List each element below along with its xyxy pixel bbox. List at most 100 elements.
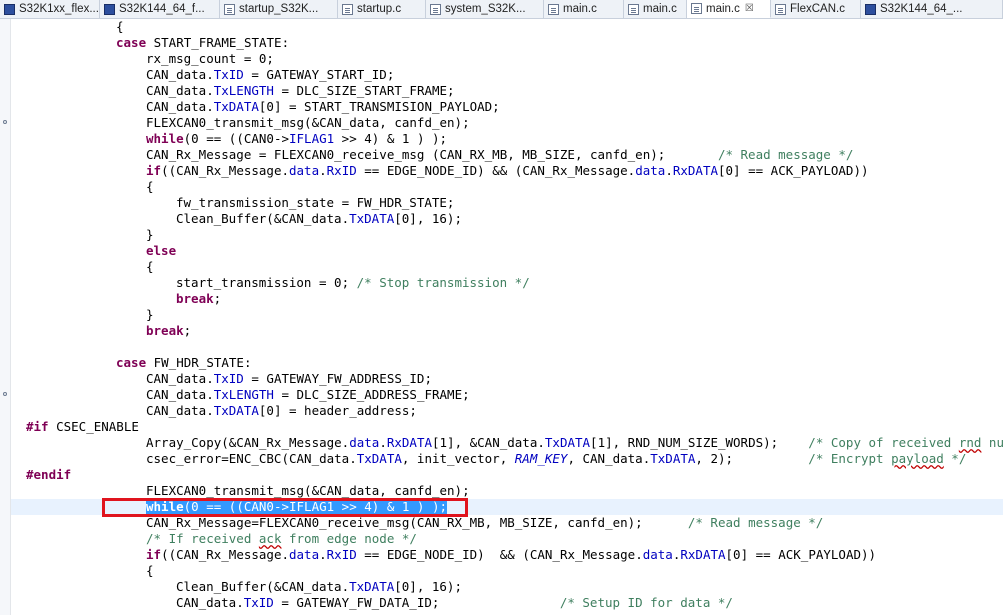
code-line[interactable]: Array_Copy(&CAN_Rx_Message.data.RxDATA[1… [11,435,1003,451]
code-line[interactable] [11,339,1003,355]
editor-tab[interactable]: startup.c [338,0,426,18]
close-tab-icon[interactable]: ☒ [745,3,754,14]
code-text: while(0 == ((CAN0->IFLAG1 >> 4) & 1 ) ); [146,499,448,515]
code-line[interactable]: { [11,179,1003,195]
code-token: data [349,435,380,450]
code-text: CAN_data.TxDATA[0] = START_TRANSMISION_P… [146,99,500,115]
code-line[interactable]: case START_FRAME_STATE: [11,35,1003,51]
code-token: TxDATA [349,211,395,226]
editor-tab[interactable]: system_S32K... [426,0,544,18]
code-line[interactable]: rx_msg_count = 0; [11,51,1003,67]
code-line[interactable]: csec_error=ENC_CBC(CAN_data.TxDATA, init… [11,451,1003,467]
code-line[interactable]: #if CSEC_ENABLE [11,419,1003,435]
editor-tab[interactable]: FlexCAN.c [771,0,861,18]
code-token: , init_vector, [401,451,515,466]
code-line[interactable]: } [11,227,1003,243]
chip-icon [865,3,876,15]
code-token: CAN_data. [146,83,214,98]
code-token: /* Encrypt [808,451,892,466]
code-token: TxDATA [544,435,591,450]
code-token: start_transmission = 0; [176,275,357,290]
tab-label: startup_S32K... [239,3,319,15]
code-text: else [146,243,176,259]
tab-label: startup.c [357,3,402,15]
code-line[interactable]: case FW_HDR_STATE: [11,355,1003,371]
code-text: CAN_Rx_Message = FLEXCAN0_receive_msg (C… [146,147,853,163]
code-token: if [146,547,162,562]
editor-tab[interactable]: main.c ☒ [687,0,771,18]
code-line[interactable]: CAN_data.TxID = GATEWAY_START_ID; [11,67,1003,83]
code-line[interactable]: CAN_data.TxLENGTH = DLC_SIZE_START_FRAME… [11,83,1003,99]
code-token: csec_error=ENC_CBC(CAN_data. [146,451,357,466]
code-token: ((CAN_Rx_Message. [161,163,289,178]
code-token: data [642,547,673,562]
code-token: { [146,563,154,578]
code-token: ; [213,291,222,306]
code-token: else [146,243,177,258]
tab-label: main.c [563,3,597,15]
code-token: from edge node */ [281,531,417,546]
code-line[interactable]: Clean_Buffer(&CAN_data.TxDATA[0], 16); [11,211,1003,227]
code-line[interactable]: FLEXCAN0_transmit_msg(&CAN_data, canfd_e… [11,115,1003,131]
code-token: START_FRAME_STATE: [146,35,290,50]
code-token: [1], &CAN_data. [432,435,545,450]
code-text: FLEXCAN0_transmit_msg(&CAN_data, canfd_e… [146,483,470,499]
code-line[interactable]: break; [11,291,1003,307]
code-line[interactable]: CAN_data.TxDATA[0] = header_address; [11,403,1003,419]
code-line[interactable]: while(0 == ((CAN0->IFLAG1 >> 4) & 1 ) ); [11,131,1003,147]
code-line[interactable]: start_transmission = 0; /* Stop transmis… [11,275,1003,291]
code-text: fw_transmission_state = FW_HDR_STATE; [176,195,454,211]
code-line[interactable]: } [11,307,1003,323]
code-line[interactable]: CAN_Rx_Message = FLEXCAN0_receive_msg (C… [11,147,1003,163]
code-token: [0] == ACK_PAYLOAD)) [725,547,877,562]
code-token: data [289,163,320,178]
code-token: [0], 16); [394,579,462,594]
file-icon [628,3,639,15]
code-line[interactable]: { [11,563,1003,579]
editor-tab[interactable]: startup_S32K... [220,0,338,18]
code-line[interactable]: { [11,259,1003,275]
code-line[interactable]: CAN_data.TxLENGTH = DLC_SIZE_ADDRESS_FRA… [11,387,1003,403]
code-line[interactable]: else [11,243,1003,259]
file-icon [775,3,786,15]
annotation-marker-icon [3,120,7,124]
code-line[interactable]: if((CAN_Rx_Message.data.RxID == EDGE_NOD… [11,547,1003,563]
code-token: TxLENGTH [213,83,274,98]
code-line[interactable]: CAN_data.TxDATA[0] = START_TRANSMISION_P… [11,99,1003,115]
code-token: /* Read message */ [687,515,824,530]
editor-tab[interactable]: S32K144_64_... [861,0,1003,18]
code-token: CAN_data. [146,403,214,418]
code-text: start_transmission = 0; /* Stop transmis… [176,275,530,291]
code-text: CAN_data.TxLENGTH = DLC_SIZE_START_FRAME… [146,83,455,99]
code-line[interactable]: { [11,19,1003,35]
code-token: CAN_data. [146,371,214,386]
code-line[interactable]: CAN_Rx_Message=FLEXCAN0_receive_msg(CAN_… [11,515,1003,531]
code-line[interactable]: fw_transmission_state = FW_HDR_STATE; [11,195,1003,211]
code-line[interactable]: break; [11,323,1003,339]
code-line[interactable]: FLEXCAN0_transmit_msg(&CAN_data, canfd_e… [11,483,1003,499]
code-text: CAN_data.TxID = GATEWAY_START_ID; [146,67,394,83]
code-token: /* Stop transmission */ [356,275,530,290]
editor-tab[interactable]: S32K144_64_f... [100,0,220,18]
code-text: } [146,227,154,243]
code-line[interactable]: CAN_data.TxID = GATEWAY_FW_ADDRESS_ID; [11,371,1003,387]
editor-gutter [0,19,11,615]
code-editor[interactable]: {case START_FRAME_STATE: rx_msg_count = 0… [11,19,1003,615]
code-line[interactable]: /* If received ack from edge node */ [11,531,1003,547]
code-token: TxID [213,67,244,82]
code-token: data [635,163,666,178]
code-line[interactable]: CAN_data.TxID = GATEWAY_FW_DATA_ID; /* S… [11,595,1003,611]
code-line[interactable]: #endif [11,467,1003,483]
file-icon [548,3,559,15]
code-line[interactable]: while(0 == ((CAN0->IFLAG1 >> 4) & 1 ) ); [11,499,1003,515]
code-token: TxID [243,595,274,610]
code-text: if((CAN_Rx_Message.data.RxID == EDGE_NOD… [146,547,876,563]
editor-tab[interactable]: main.c [544,0,624,18]
code-line[interactable]: Clean_Buffer(&CAN_data.TxDATA[0], 16); [11,579,1003,595]
code-token: } [146,307,154,322]
editor-tab[interactable]: main.c [624,0,687,18]
tab-label: main.c [643,3,677,15]
code-token: = GATEWAY_FW_ADDRESS_ID; [243,371,432,386]
code-line[interactable]: if((CAN_Rx_Message.data.RxID == EDGE_NOD… [11,163,1003,179]
editor-tab[interactable]: S32K1xx_flex... [0,0,100,18]
